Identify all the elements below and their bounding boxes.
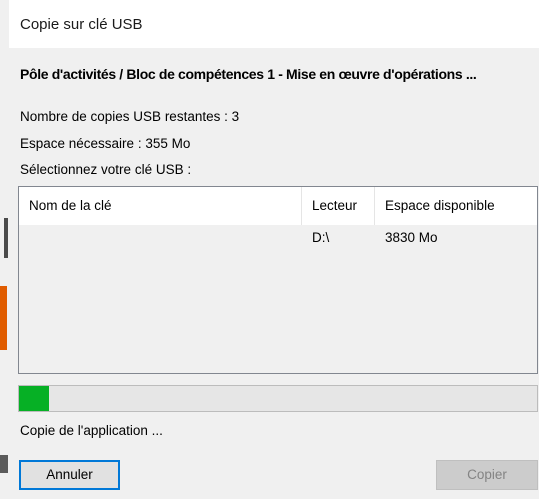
window-title: Copie sur clé USB <box>20 16 143 33</box>
course-title: Pôle d'activités / Bloc de compétences 1… <box>20 66 477 82</box>
list-item[interactable]: D:\ 3830 Mo <box>19 225 537 251</box>
select-usb-prompt: Sélectionnez votre clé USB : <box>20 162 192 177</box>
cell-key-name <box>19 225 302 251</box>
copy-progress-bar <box>18 385 538 412</box>
remaining-copies-label: Nombre de copies USB restantes : 3 <box>20 109 240 124</box>
cell-available-space: 3830 Mo <box>385 230 438 245</box>
column-header-key-name[interactable]: Nom de la clé <box>19 187 302 225</box>
background-window-fragment <box>0 455 8 473</box>
cancel-button[interactable]: Annuler <box>19 460 120 490</box>
copy-button[interactable]: Copier <box>436 460 538 490</box>
status-text: Copie de l'application ... <box>20 423 163 438</box>
column-header-drive[interactable]: Lecteur <box>302 187 375 225</box>
list-header: Nom de la clé Lecteur Espace disponible <box>19 187 537 225</box>
title-bar[interactable]: Copie sur clé USB <box>9 0 539 48</box>
usb-copy-dialog: Copie sur clé USB Pôle d'activités / Blo… <box>9 0 539 499</box>
space-needed-label: Espace nécessaire : 355 Mo <box>20 136 191 151</box>
cell-drive: D:\ <box>312 230 330 245</box>
background-window-edge <box>0 0 9 499</box>
background-window-fragment <box>0 286 7 350</box>
background-window-fragment <box>4 218 8 258</box>
progress-fill <box>19 386 50 411</box>
usb-drive-list[interactable]: Nom de la clé Lecteur Espace disponible … <box>18 186 538 374</box>
column-header-available-space[interactable]: Espace disponible <box>375 187 537 225</box>
